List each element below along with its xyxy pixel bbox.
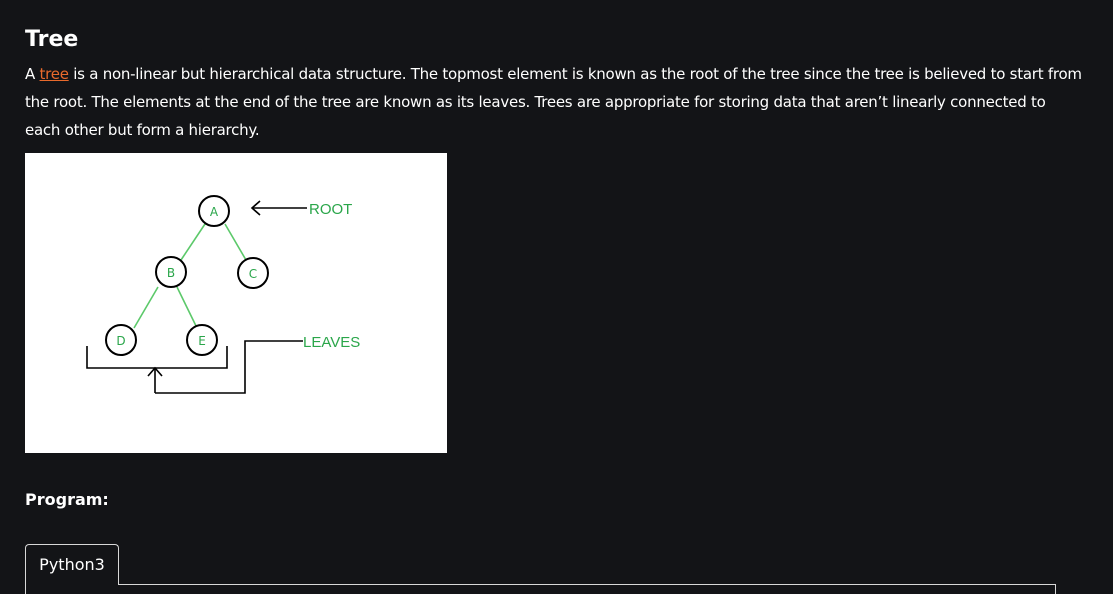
- node-b: B: [155, 256, 187, 288]
- node-a: A: [198, 195, 230, 227]
- edge-a-b: [180, 223, 206, 261]
- node-e: E: [186, 324, 218, 356]
- intro-prefix: A: [25, 65, 40, 83]
- edge-a-c: [224, 223, 247, 261]
- node-a-label: A: [210, 205, 219, 219]
- node-d-label: D: [116, 334, 125, 348]
- node-d: D: [105, 324, 137, 356]
- tree-link[interactable]: tree: [40, 65, 69, 83]
- node-b-label: B: [167, 266, 175, 280]
- intro-paragraph: A tree is a non-linear but hierarchical …: [25, 60, 1085, 144]
- node-e-label: E: [198, 334, 206, 348]
- edge-b-d: [133, 286, 159, 329]
- tree-diagram-svg: A B C D E ROOT LEAVES: [86, 195, 360, 394]
- root-arrow: [250, 200, 307, 216]
- node-c: C: [237, 257, 269, 289]
- leaves-label: LEAVES: [303, 334, 360, 351]
- tab-python3[interactable]: Python3: [25, 544, 119, 585]
- root-label: ROOT: [309, 201, 352, 218]
- code-panel: [25, 584, 1056, 594]
- program-label: Program:: [25, 490, 109, 509]
- section-heading: Tree: [25, 27, 79, 52]
- tree-diagram: A B C D E ROOT LEAVES: [25, 153, 447, 453]
- edge-b-e: [176, 286, 198, 329]
- node-c-label: C: [249, 267, 257, 281]
- intro-rest: is a non-linear but hierarchical data st…: [25, 65, 1082, 139]
